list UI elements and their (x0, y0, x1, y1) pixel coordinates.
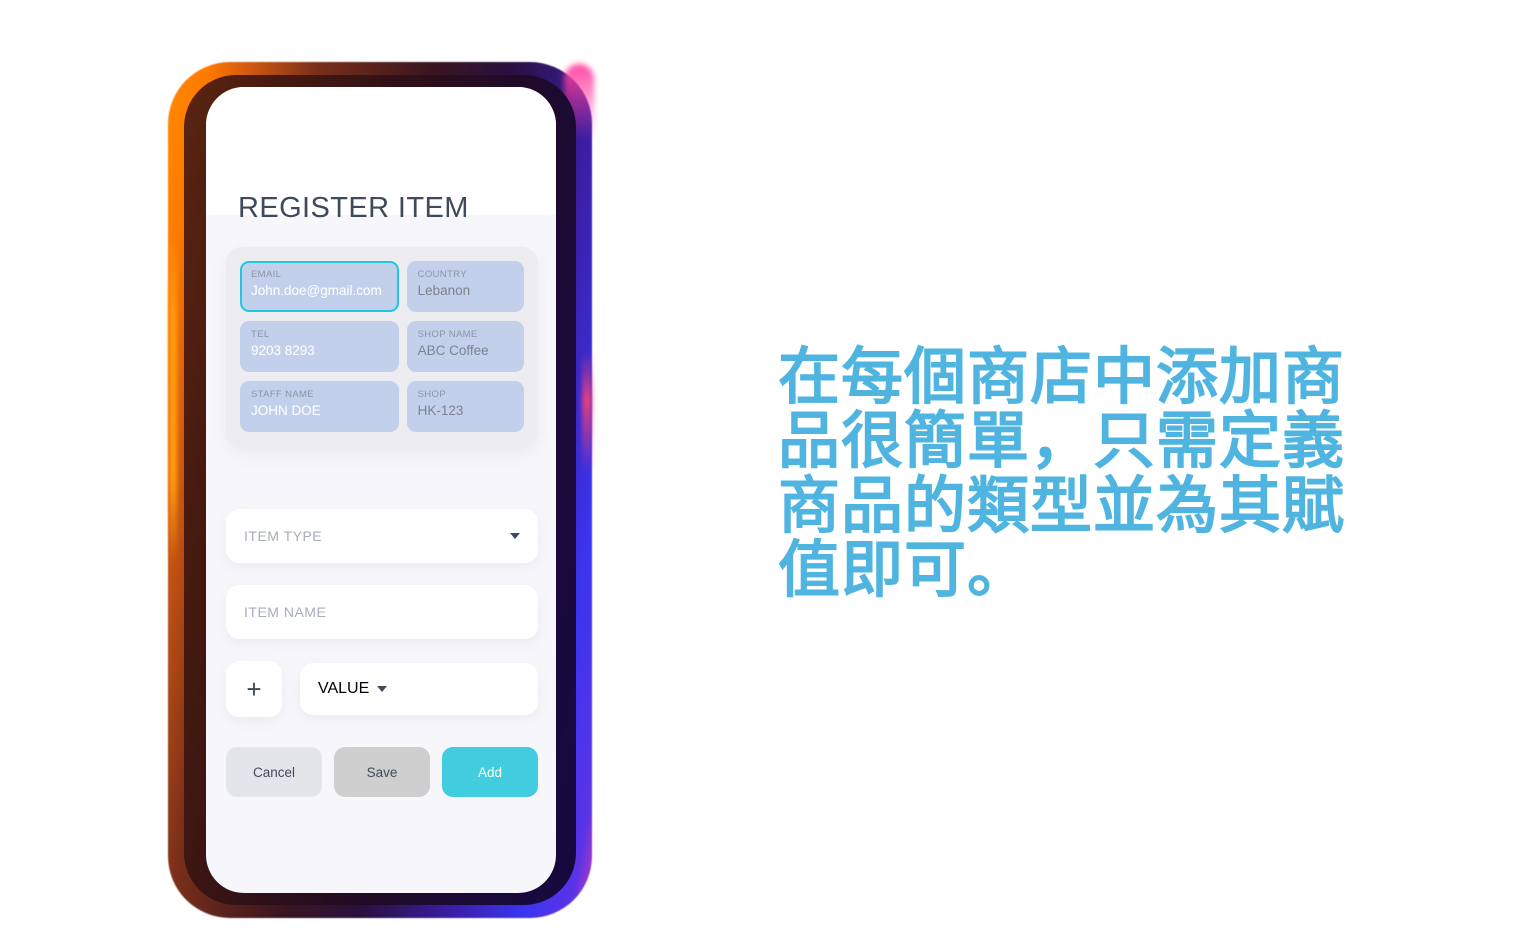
field-tel-label: TEL (251, 329, 270, 340)
phone-rim-glint-right (582, 352, 592, 472)
field-email-label: EMAIL (251, 269, 282, 280)
field-shop[interactable]: SHOP HK-123 (406, 381, 524, 432)
value-label: VALUE (318, 680, 370, 697)
field-email-value: John.doe@gmail.com (251, 283, 382, 299)
info-field-grid: EMAIL John.doe@gmail.com COUNTRY Lebanon… (240, 261, 524, 432)
register-info-card: EMAIL John.doe@gmail.com COUNTRY Lebanon… (226, 247, 538, 448)
page-title: REGISTER ITEM (238, 192, 469, 224)
field-country-label: COUNTRY (417, 269, 467, 280)
plus-icon[interactable]: + (226, 661, 282, 717)
save-button[interactable]: Save (334, 747, 430, 797)
phone-rim-glint-left (169, 232, 177, 562)
field-shop-value: HK-123 (417, 403, 464, 419)
chevron-down-icon (510, 533, 520, 539)
action-button-row: Cancel Save Add (226, 747, 538, 797)
item-name-input[interactable]: ITEM NAME (226, 585, 538, 639)
chevron-down-icon (377, 686, 388, 692)
field-tel-value: 9203 8293 (251, 343, 315, 359)
field-shop-name[interactable]: SHOP NAME ABC Coffee (406, 321, 524, 372)
caption-text: 在每個商店中添加商品很簡單，只需定義商品的類型並為其賦值即可。 (778, 340, 1346, 607)
attribute-row: + VALUE (226, 661, 538, 717)
field-staff-name-value: JOHN DOE (251, 403, 321, 419)
field-country[interactable]: COUNTRY Lebanon (406, 261, 524, 312)
field-shop-label: SHOP (417, 389, 446, 400)
field-shop-name-value: ABC Coffee (417, 343, 489, 359)
add-button[interactable]: Add (442, 747, 538, 797)
phone-screen: REGISTER ITEM EMAIL John.doe@gmail.com C… (206, 87, 556, 893)
screenshot-root: REGISTER ITEM EMAIL John.doe@gmail.com C… (0, 0, 1520, 950)
field-email[interactable]: EMAIL John.doe@gmail.com (240, 261, 399, 312)
phone-mockup: REGISTER ITEM EMAIL John.doe@gmail.com C… (168, 62, 594, 918)
value-dropdown[interactable]: VALUE (300, 663, 538, 715)
field-shop-name-label: SHOP NAME (417, 329, 478, 340)
cancel-button[interactable]: Cancel (226, 747, 322, 797)
item-type-dropdown[interactable]: ITEM TYPE (226, 509, 538, 563)
item-name-label: ITEM NAME (244, 604, 327, 620)
item-type-label: ITEM TYPE (244, 528, 323, 544)
field-country-value: Lebanon (417, 283, 471, 299)
field-tel[interactable]: TEL 9203 8293 (240, 321, 399, 372)
field-staff-name[interactable]: STAFF NAME JOHN DOE (240, 381, 399, 432)
field-staff-name-label: STAFF NAME (251, 389, 314, 400)
